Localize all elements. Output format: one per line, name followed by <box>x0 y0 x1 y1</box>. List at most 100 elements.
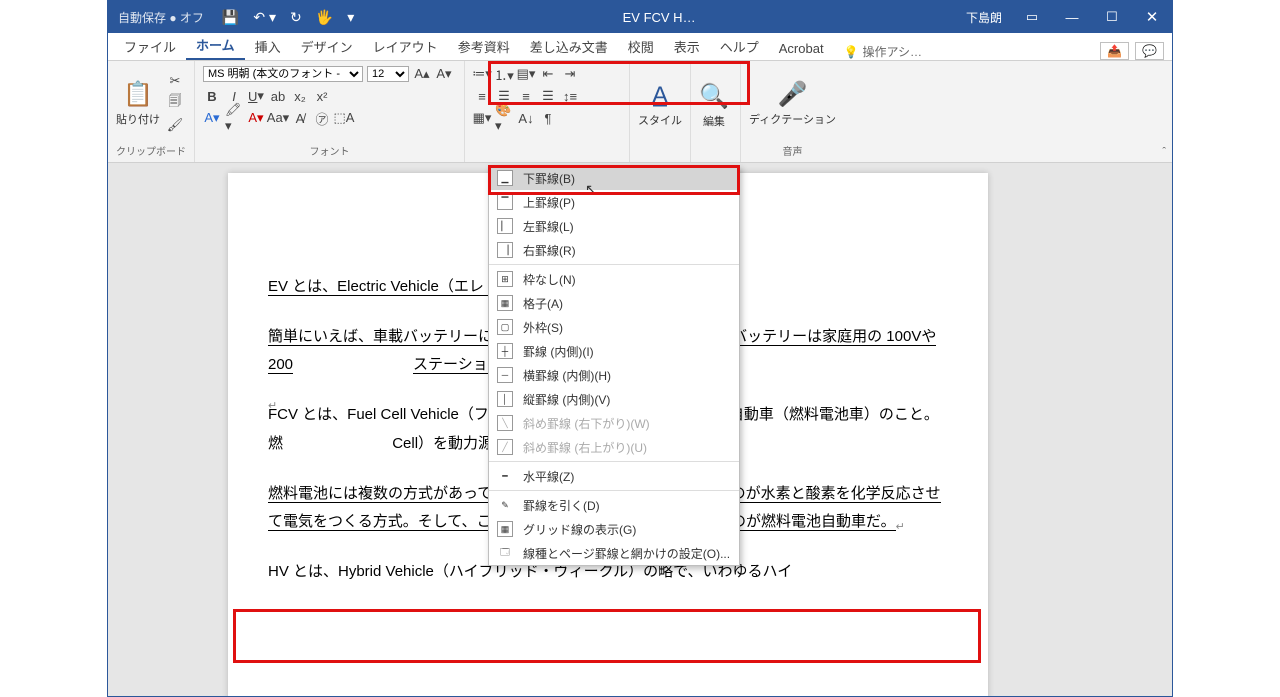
clipboard-icon: 📋 <box>123 80 153 109</box>
subscript-icon[interactable]: x₂ <box>291 87 309 105</box>
menu-draw-table[interactable]: ✎罫線を引く(D) <box>489 493 739 517</box>
minimize-button[interactable]: — <box>1052 1 1092 33</box>
find-button[interactable]: 🔍編集 <box>699 82 729 129</box>
tab-help[interactable]: ヘルプ <box>710 33 769 60</box>
char-border-icon[interactable]: ⬚A <box>335 109 353 127</box>
ribbon-display-icon[interactable]: ▭ <box>1012 1 1052 33</box>
group-label: 音声 <box>749 141 836 158</box>
cut-icon[interactable]: ✂ <box>166 72 184 90</box>
border-none-icon: ⊞ <box>497 271 513 287</box>
strikethrough-icon[interactable]: ab <box>269 87 287 105</box>
format-painter-icon[interactable]: 🖌 <box>166 116 184 134</box>
group-voice: 🎤ディクテーション 音声 <box>741 61 844 162</box>
borders-icon[interactable]: ▦▾ <box>473 109 491 127</box>
collapse-ribbon-icon[interactable]: ˆ <box>1162 146 1166 158</box>
menu-inside-borders[interactable]: ┼罫線 (内側)(I) <box>489 339 739 363</box>
border-diag-up-icon: ╱ <box>497 439 513 455</box>
qat-more-icon[interactable]: ▾ <box>347 9 354 26</box>
shrink-font-icon[interactable]: A▾ <box>435 65 453 83</box>
comments-button[interactable]: 💬 <box>1135 42 1164 60</box>
justify-icon[interactable]: ☰ <box>539 87 557 105</box>
tab-mailings[interactable]: 差し込み文書 <box>520 33 618 60</box>
multilevel-icon[interactable]: ▤▾ <box>517 65 535 83</box>
menu-gridlines[interactable]: ▦グリッド線の表示(G) <box>489 517 739 541</box>
menu-all-borders[interactable]: ▦格子(A) <box>489 291 739 315</box>
tell-me-search[interactable]: 💡 操作アシ… <box>834 43 932 60</box>
border-top-icon: ▔ <box>497 194 513 210</box>
dec-indent-icon[interactable]: ⇤ <box>539 65 557 83</box>
highlight-icon[interactable]: 🖍▾ <box>225 109 243 127</box>
change-case-icon[interactable]: Aa▾ <box>269 109 287 127</box>
save-icon[interactable]: 💾 <box>222 9 239 26</box>
paste-button[interactable]: 📋 貼り付け <box>116 80 160 127</box>
document-title: EV FCV H… <box>362 10 956 25</box>
redo-icon[interactable]: ↻ <box>290 9 302 26</box>
align-right-icon[interactable]: ≡ <box>517 87 535 105</box>
dictate-button[interactable]: 🎤ディクテーション <box>749 80 836 127</box>
user-name[interactable]: 下島朗 <box>956 9 1012 26</box>
border-inside-icon: ┼ <box>497 343 513 359</box>
bullets-icon[interactable]: ≔▾ <box>473 65 491 83</box>
styles-button[interactable]: A̲スタイル <box>638 82 682 128</box>
tab-insert[interactable]: 挿入 <box>245 33 291 60</box>
shading-icon[interactable]: 🎨▾ <box>495 109 513 127</box>
group-styles: A̲スタイル <box>630 61 691 162</box>
line-spacing-icon[interactable]: ↕≡ <box>561 87 579 105</box>
phonetic-icon[interactable]: ㋐ <box>313 109 331 127</box>
tab-home[interactable]: ホーム <box>186 31 245 60</box>
group-label: フォント <box>203 141 456 158</box>
menu-diag-up[interactable]: ╱斜め罫線 (右上がり)(U) <box>489 435 739 459</box>
border-all-icon: ▦ <box>497 295 513 311</box>
close-button[interactable]: ✕ <box>1132 1 1172 33</box>
menu-horiz-line[interactable]: ━水平線(Z) <box>489 464 739 488</box>
font-color2-icon[interactable]: A▾ <box>247 109 265 127</box>
autosave-toggle[interactable]: 自動保存 ● オフ <box>108 9 214 26</box>
menu-diag-down[interactable]: ╲斜め罫線 (右下がり)(W) <box>489 411 739 435</box>
font-name-select[interactable]: MS 明朝 (本文のフォント - <box>203 66 363 82</box>
numbering-icon[interactable]: ⒈▾ <box>495 65 513 83</box>
border-right-icon: ▕ <box>497 242 513 258</box>
tab-review[interactable]: 校閲 <box>618 33 664 60</box>
bold-icon[interactable]: B <box>203 87 221 105</box>
maximize-button[interactable]: ☐ <box>1092 1 1132 33</box>
menu-outside-borders[interactable]: ▢外枠(S) <box>489 315 739 339</box>
show-marks-icon[interactable]: ¶ <box>539 109 557 127</box>
group-paragraph: ≔▾ ⒈▾ ▤▾ ⇤ ⇥ ≡ ☰ ≡ ☰ ↕≡ ▦▾ 🎨▾ A↓ <box>465 61 630 162</box>
font-size-select[interactable]: 12 <box>367 66 409 82</box>
undo-icon[interactable]: ↶ ▾ <box>253 9 276 26</box>
mic-icon: 🎤 <box>778 80 808 109</box>
tab-references[interactable]: 参考資料 <box>448 33 520 60</box>
font-color-icon[interactable]: A▾ <box>203 109 221 127</box>
group-label: クリップボード <box>116 141 186 158</box>
tab-file[interactable]: ファイル <box>114 33 186 60</box>
menu-no-border[interactable]: ⊞枠なし(N) <box>489 267 739 291</box>
tab-acrobat[interactable]: Acrobat <box>769 37 834 60</box>
touch-mode-icon[interactable]: 🖐 <box>316 9 333 26</box>
menu-top-border[interactable]: ▔上罫線(P) <box>489 190 739 214</box>
app-window: 自動保存 ● オフ 💾 ↶ ▾ ↻ 🖐 ▾ EV FCV H… 下島朗 ▭ — … <box>107 0 1173 697</box>
copy-icon[interactable]: 🗐 <box>166 94 184 112</box>
menu-inside-vert[interactable]: │縦罫線 (内側)(V) <box>489 387 739 411</box>
grow-font-icon[interactable]: A▴ <box>413 65 431 83</box>
tab-design[interactable]: デザイン <box>291 33 363 60</box>
tab-layout[interactable]: レイアウト <box>363 33 448 60</box>
group-label <box>638 145 682 158</box>
ribbon: 📋 貼り付け ✂ 🗐 🖌 クリップボード MS 明朝 (本文のフォント - 12… <box>108 61 1172 163</box>
tab-view[interactable]: 表示 <box>664 33 710 60</box>
align-left-icon[interactable]: ≡ <box>473 87 491 105</box>
superscript-icon[interactable]: x² <box>313 87 331 105</box>
pencil-icon: ✎ <box>497 497 513 513</box>
inc-indent-icon[interactable]: ⇥ <box>561 65 579 83</box>
menu-right-border[interactable]: ▕右罫線(R) <box>489 238 739 262</box>
menu-bottom-border[interactable]: ▁下罫線(B) <box>489 166 739 190</box>
clear-format-icon[interactable]: A̸ <box>291 109 309 127</box>
quick-access-toolbar: 💾 ↶ ▾ ↻ 🖐 ▾ <box>214 9 362 26</box>
sort-icon[interactable]: A↓ <box>517 109 535 127</box>
menu-inside-horiz[interactable]: ─横罫線 (内側)(H) <box>489 363 739 387</box>
menu-borders-shading[interactable]: 🗔線種とページ罫線と網かけの設定(O)... <box>489 541 739 565</box>
underline-icon[interactable]: U▾ <box>247 87 265 105</box>
document-area[interactable]: ▁下罫線(B) ↖ ▔上罫線(P) ▏左罫線(L) ▕右罫線(R) ⊞枠なし(N… <box>108 163 1172 696</box>
menu-left-border[interactable]: ▏左罫線(L) <box>489 214 739 238</box>
share-button[interactable]: 📤 <box>1100 42 1129 60</box>
gridlines-icon: ▦ <box>497 521 513 537</box>
